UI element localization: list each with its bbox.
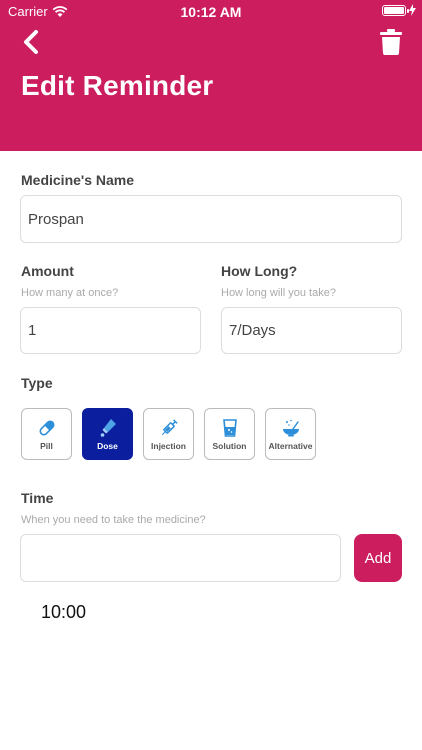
glass-icon [222, 418, 237, 437]
amount-field[interactable]: 1 [20, 307, 201, 354]
header: Carrier 10:12 AM Edit Reminder [0, 0, 422, 151]
type-option-label: Pill [40, 440, 53, 451]
type-option-label: Injection [151, 440, 186, 451]
battery-level [384, 6, 404, 14]
type-label: Type [21, 375, 53, 391]
type-option-alternative[interactable]: Alternative [265, 408, 316, 460]
charging-icon [409, 4, 416, 16]
time-entry: 10:00 [41, 602, 87, 622]
trash-icon[interactable] [380, 29, 402, 55]
type-option-label: Dose [97, 440, 118, 451]
battery-icon [382, 4, 409, 16]
dropper-icon [100, 418, 116, 437]
type-option-label: Alternative [268, 440, 313, 451]
back-icon[interactable] [18, 28, 46, 56]
how-long-label: How Long? [221, 263, 298, 279]
medicine-name-field[interactable]: Prospan [20, 195, 402, 243]
status-bar: Carrier 10:12 AM [0, 0, 422, 22]
status-time: 10:12 AM [180, 4, 242, 20]
add-time-button[interactable]: Add [354, 534, 402, 582]
type-option-pill[interactable]: Pill [21, 408, 72, 460]
amount-label: Amount [21, 263, 74, 279]
syringe-icon [161, 418, 178, 435]
time-input[interactable] [20, 534, 341, 582]
bowl-icon [282, 419, 299, 436]
page-title: Edit Reminder [21, 70, 214, 101]
time-label: Time [21, 490, 54, 506]
type-option-solution[interactable]: Solution [204, 408, 255, 460]
amount-hint: How many at once? [21, 287, 119, 299]
type-option-injection[interactable]: Injection [143, 408, 194, 460]
type-option-label: Solution [212, 440, 247, 451]
medicine-name-label: Medicine's Name [21, 172, 135, 188]
pill-icon [39, 420, 54, 435]
status-right [382, 4, 416, 16]
how-long-hint: How long will you take? [221, 287, 336, 299]
type-option-dose[interactable]: Dose [82, 408, 133, 460]
how-long-field[interactable]: 7/Days [221, 307, 402, 354]
time-hint: When you need to take the medicine? [21, 514, 206, 526]
